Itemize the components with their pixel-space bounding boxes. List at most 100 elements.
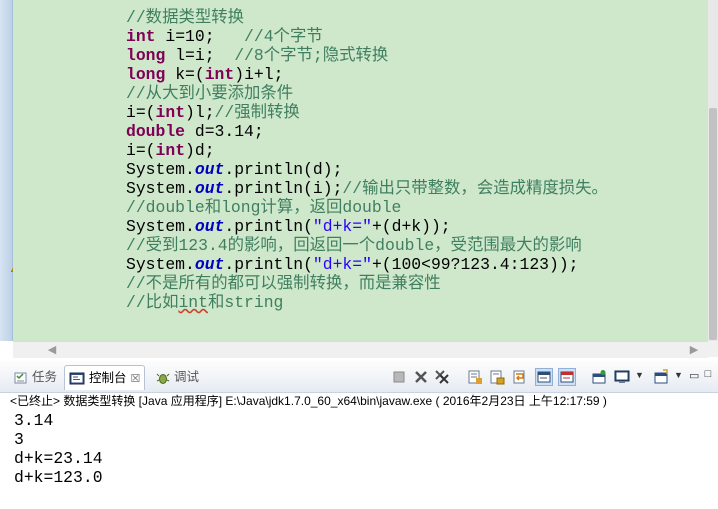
console-output-line: d+k=23.14 bbox=[14, 449, 103, 468]
code-token: i=( bbox=[126, 103, 156, 122]
code-token: long bbox=[126, 65, 166, 84]
code-token: int bbox=[178, 293, 208, 312]
code-line: //double和long计算，返回double bbox=[126, 198, 401, 217]
code-token: //比如 bbox=[126, 293, 179, 312]
terminate-icon[interactable] bbox=[391, 369, 407, 385]
vertical-scrollbar-thumb[interactable] bbox=[709, 108, 717, 340]
code-token: int bbox=[204, 65, 235, 84]
code-token: "d+k=" bbox=[312, 217, 372, 236]
code-token: .println( bbox=[224, 255, 313, 274]
display-console-dropdown-icon[interactable]: ▼ bbox=[635, 370, 644, 380]
code-token: out bbox=[194, 217, 225, 236]
code-line: System.out.println(d); bbox=[126, 160, 342, 179]
close-icon[interactable]: ☒ bbox=[131, 373, 141, 385]
code-token: )d; bbox=[185, 141, 215, 160]
code-line: System.out.println("d+k="+(d+k)); bbox=[126, 217, 451, 236]
tab-debug[interactable]: 调试 bbox=[156, 365, 199, 389]
remove-launch-icon[interactable] bbox=[413, 369, 429, 385]
open-console-icon[interactable] bbox=[653, 369, 669, 385]
code-token: out bbox=[194, 255, 225, 274]
code-line: double d=3.14; bbox=[126, 122, 264, 141]
code-text-area[interactable]: //数据类型转换 int i=10; //4个字节 long l=i; //8个字节… bbox=[13, 0, 708, 341]
clear-console-icon[interactable] bbox=[467, 369, 483, 385]
code-token: +(d+k)); bbox=[371, 217, 451, 236]
code-token: System. bbox=[126, 179, 195, 198]
open-console-dropdown-icon[interactable]: ▼ bbox=[674, 370, 683, 380]
code-token: //强制转换 bbox=[214, 103, 300, 122]
tab-label: 控制台 bbox=[89, 371, 127, 385]
pin-console-icon[interactable] bbox=[591, 369, 607, 385]
code-token: out bbox=[194, 179, 225, 198]
code-token: //受到123.4的影响，回返回一个double，受范围最大的影响 bbox=[126, 236, 582, 255]
code-line: //不是所有的都可以强制转换，而是兼容性 bbox=[126, 274, 441, 293]
tasks-icon bbox=[14, 372, 27, 384]
code-token: )i+l; bbox=[234, 65, 284, 84]
editor-gutter bbox=[0, 0, 13, 341]
minimize-icon[interactable]: ▭ bbox=[689, 369, 699, 382]
code-line: //受到123.4的影响，回返回一个double，受范围最大的影响 bbox=[126, 236, 582, 255]
code-line: //从大到小要添加条件 bbox=[126, 84, 293, 103]
scrollbar-corner bbox=[708, 341, 718, 357]
code-token: d=3.14; bbox=[185, 122, 264, 141]
code-token: 和string bbox=[207, 293, 284, 312]
code-token: //输出只带整数，会造成精度损失。 bbox=[342, 179, 608, 198]
code-token: k=( bbox=[165, 65, 205, 84]
debug-icon bbox=[156, 373, 170, 384]
scroll-right-arrow-icon[interactable]: ▶ bbox=[688, 344, 700, 356]
code-token: l=i; bbox=[165, 46, 235, 65]
view-tab-bar: 任务 控制台 ☒ 调试 ▼ ▼ ▭ □ bbox=[0, 361, 718, 393]
console-icon bbox=[69, 372, 85, 385]
code-token: +(100<99?123.4:123)); bbox=[371, 255, 579, 274]
code-token: //8个字节;隐式转换 bbox=[234, 46, 389, 65]
code-token: //4个字节 bbox=[244, 27, 323, 46]
scroll-lock-icon[interactable] bbox=[489, 369, 505, 385]
code-token: i=10; bbox=[155, 27, 245, 46]
tab-label: 任务 bbox=[32, 370, 58, 384]
code-token: int bbox=[126, 27, 156, 46]
code-token: out bbox=[194, 160, 225, 179]
code-token: .println(d); bbox=[224, 160, 343, 179]
code-token: System. bbox=[126, 255, 195, 274]
code-line: long k=(int)i+l; bbox=[126, 65, 283, 84]
code-editor[interactable]: //数据类型转换 int i=10; //4个字节 long l=i; //8个字节… bbox=[0, 0, 718, 361]
tab-label: 调试 bbox=[174, 370, 200, 384]
code-line: System.out.println("d+k="+(100<99?123.4:… bbox=[126, 255, 579, 274]
code-token: )l; bbox=[185, 103, 215, 122]
display-console-icon[interactable] bbox=[614, 369, 630, 385]
code-token: .println(i); bbox=[224, 179, 343, 198]
scroll-left-arrow-icon[interactable]: ◀ bbox=[46, 344, 58, 356]
console-view: 任务 控制台 ☒ 调试 ▼ ▼ ▭ □ <已终止> 数据类型转换 [Java 应… bbox=[0, 361, 718, 509]
code-line: //比如int和string bbox=[126, 293, 283, 312]
code-token: int bbox=[155, 103, 186, 122]
console-output-line: d+k=123.0 bbox=[14, 468, 103, 487]
code-token: double bbox=[126, 122, 186, 141]
console-output-line: 3.14 bbox=[14, 411, 54, 430]
code-line: i=(int)d; bbox=[126, 141, 215, 160]
show-on-stdout-icon[interactable] bbox=[535, 368, 553, 386]
show-on-stderr-icon[interactable] bbox=[558, 368, 576, 386]
code-token: //从大到小要添加条件 bbox=[126, 84, 294, 103]
code-line: System.out.println(i);//输出只带整数，会造成精度损失。 bbox=[126, 179, 608, 198]
code-token: long bbox=[126, 46, 166, 65]
code-token: .println( bbox=[224, 217, 313, 236]
code-token: int bbox=[155, 141, 186, 160]
tab-console[interactable]: 控制台 ☒ bbox=[64, 365, 146, 390]
console-status-line: <已终止> 数据类型转换 [Java 应用程序] E:\Java\jdk1.7.… bbox=[10, 394, 607, 408]
word-wrap-icon[interactable] bbox=[512, 369, 528, 385]
code-line: //数据类型转换 bbox=[126, 8, 244, 27]
console-output-line: 3 bbox=[14, 430, 24, 449]
code-token: System. bbox=[126, 217, 195, 236]
tab-tasks[interactable]: 任务 bbox=[14, 365, 57, 389]
code-token: //数据类型转换 bbox=[126, 8, 245, 27]
horizontal-scrollbar[interactable]: ◀ ▶ bbox=[13, 341, 708, 358]
code-token: //不是所有的都可以强制转换，而是兼容性 bbox=[126, 274, 441, 293]
code-token: i=( bbox=[126, 141, 156, 160]
code-line: i=(int)l;//强制转换 bbox=[126, 103, 300, 122]
code-token: "d+k=" bbox=[312, 255, 372, 274]
code-token: //double和long计算，返回double bbox=[126, 198, 402, 217]
maximize-icon[interactable]: □ bbox=[703, 368, 713, 380]
remove-all-icon[interactable] bbox=[434, 369, 450, 385]
code-line: long l=i; //8个字节;隐式转换 bbox=[126, 46, 388, 65]
code-line: int i=10; //4个字节 bbox=[126, 27, 323, 46]
code-token: System. bbox=[126, 160, 195, 179]
